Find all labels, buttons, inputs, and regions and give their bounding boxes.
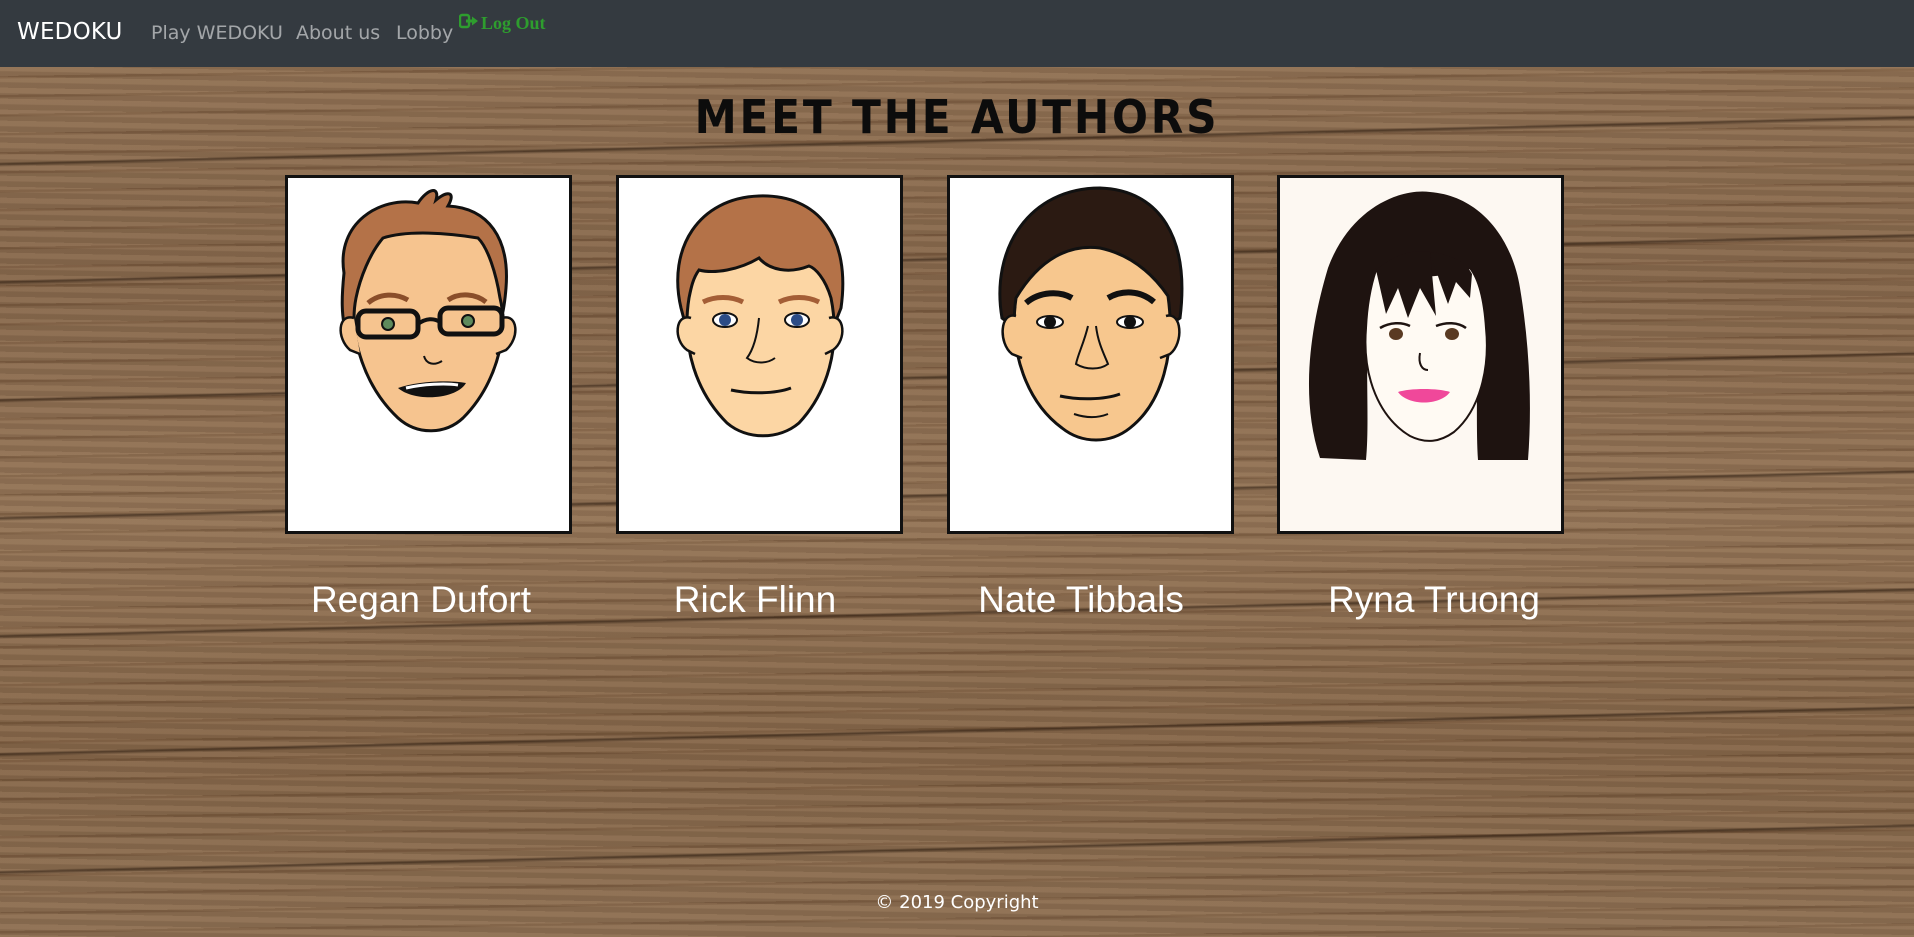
nav-link-lobby[interactable]: Lobby	[396, 22, 453, 44]
navbar: WEDOKU Play WEDOKU About us Lobby Log Ou…	[0, 0, 1914, 67]
author-portrait-rick	[676, 194, 845, 438]
nav-link-play[interactable]: Play WEDOKU	[151, 22, 283, 44]
brand-link[interactable]: WEDOKU	[17, 19, 123, 45]
author-name: Ryna Truong	[1328, 579, 1540, 620]
author-card-ryna	[1277, 175, 1564, 534]
logout-link[interactable]: Log Out	[458, 13, 546, 34]
author-portrait-regan	[339, 189, 517, 433]
sign-out-icon	[458, 13, 479, 34]
logout-label: Log Out	[481, 13, 546, 33]
author-name: Rick Flinn	[673, 579, 837, 620]
author-card-regan	[285, 175, 572, 534]
author-name: Nate Tibbals	[978, 579, 1184, 620]
page-title: Meet the Authors	[694, 90, 1220, 144]
author-name: Regan Dufort	[310, 579, 532, 620]
nav-link-about[interactable]: About us	[296, 22, 380, 44]
author-card-rick	[616, 175, 903, 534]
footer-copyright: © 2019 Copyright	[875, 892, 1039, 913]
author-portrait-nate	[998, 186, 1184, 442]
author-card-nate	[947, 175, 1234, 534]
author-portrait-ryna	[1308, 191, 1530, 460]
